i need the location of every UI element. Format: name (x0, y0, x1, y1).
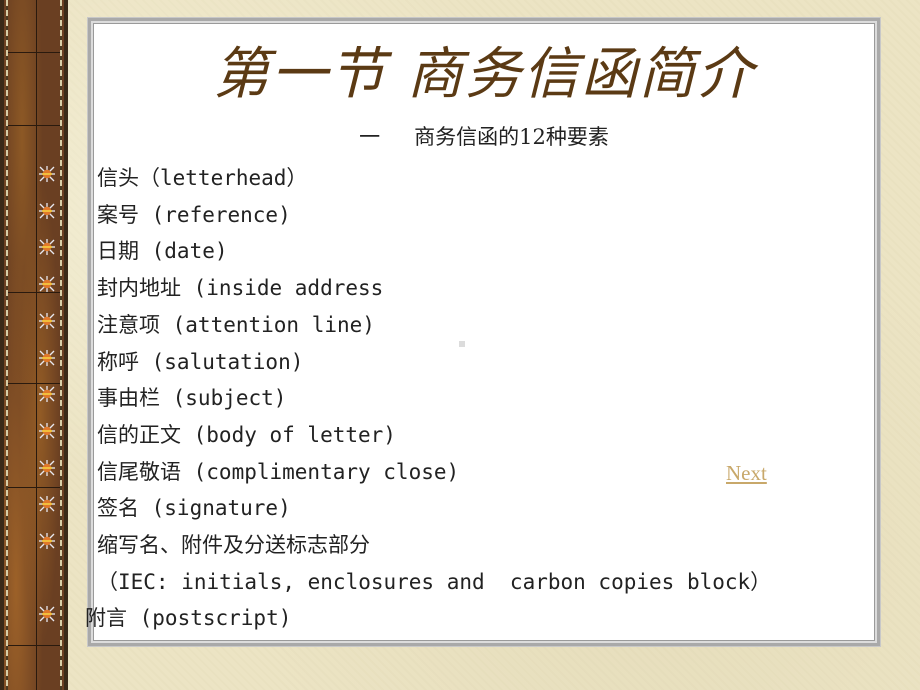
list-item: 信尾敬语 (complimentary close) (97, 459, 460, 484)
list-item: 称呼 (salutation) (97, 349, 304, 374)
starburst-bullet-icon (38, 459, 56, 477)
list-item: 信头（letterhead） (97, 166, 308, 190)
strip-divider (36, 0, 37, 690)
slide-title: 第一节 商务信函简介 (213, 42, 755, 107)
starburst-bullet-icon (38, 165, 56, 183)
decorative-side-strip (0, 0, 68, 690)
list-item: 日期 (date) (97, 239, 228, 264)
list-item: 缩写名、附件及分送标志部分 (97, 533, 370, 557)
starburst-bullet-icon (38, 275, 56, 293)
slide-panel: 第一节 商务信函简介 一 商务信函的12种要素 信头（letterhead） 案号 … (85, 18, 880, 646)
strip-divider (8, 645, 60, 646)
strip-divider (8, 383, 60, 384)
strip-divider (8, 52, 60, 53)
list-item: 事由栏 (subject) (97, 386, 287, 411)
list-item: 案号 (reference) (97, 202, 291, 227)
subtitle-text: 商务信函的12种要素 (414, 125, 609, 149)
starburst-bullet-icon (38, 202, 56, 220)
next-link[interactable]: Next (726, 461, 767, 486)
list-item: 附言 (postscript) (85, 606, 292, 631)
section-subtitle: 一 商务信函的12种要素 (91, 121, 877, 151)
list-item: 注意项 (attention line) (97, 312, 375, 337)
starburst-bullet-icon (38, 532, 56, 550)
list-item: （IEC: initials, enclosures and carbon co… (97, 569, 772, 594)
starburst-bullet-icon (38, 238, 56, 256)
strip-divider (8, 125, 60, 126)
list-item: 封内地址 (inside address (97, 276, 384, 301)
starburst-bullet-icon (38, 605, 56, 623)
subtitle-number: 一 (359, 125, 381, 149)
starburst-bullet-icon (38, 349, 56, 367)
starburst-bullet-icon (38, 312, 56, 330)
starburst-bullet-icon (38, 495, 56, 513)
starburst-bullet-icon (38, 422, 56, 440)
strip-divider (8, 487, 60, 488)
list-item: 签名 (signature) (97, 496, 291, 521)
list-item: 信的正文 (body of letter) (97, 422, 396, 447)
placeholder-dot (459, 341, 465, 347)
starburst-bullet-icon (38, 385, 56, 403)
